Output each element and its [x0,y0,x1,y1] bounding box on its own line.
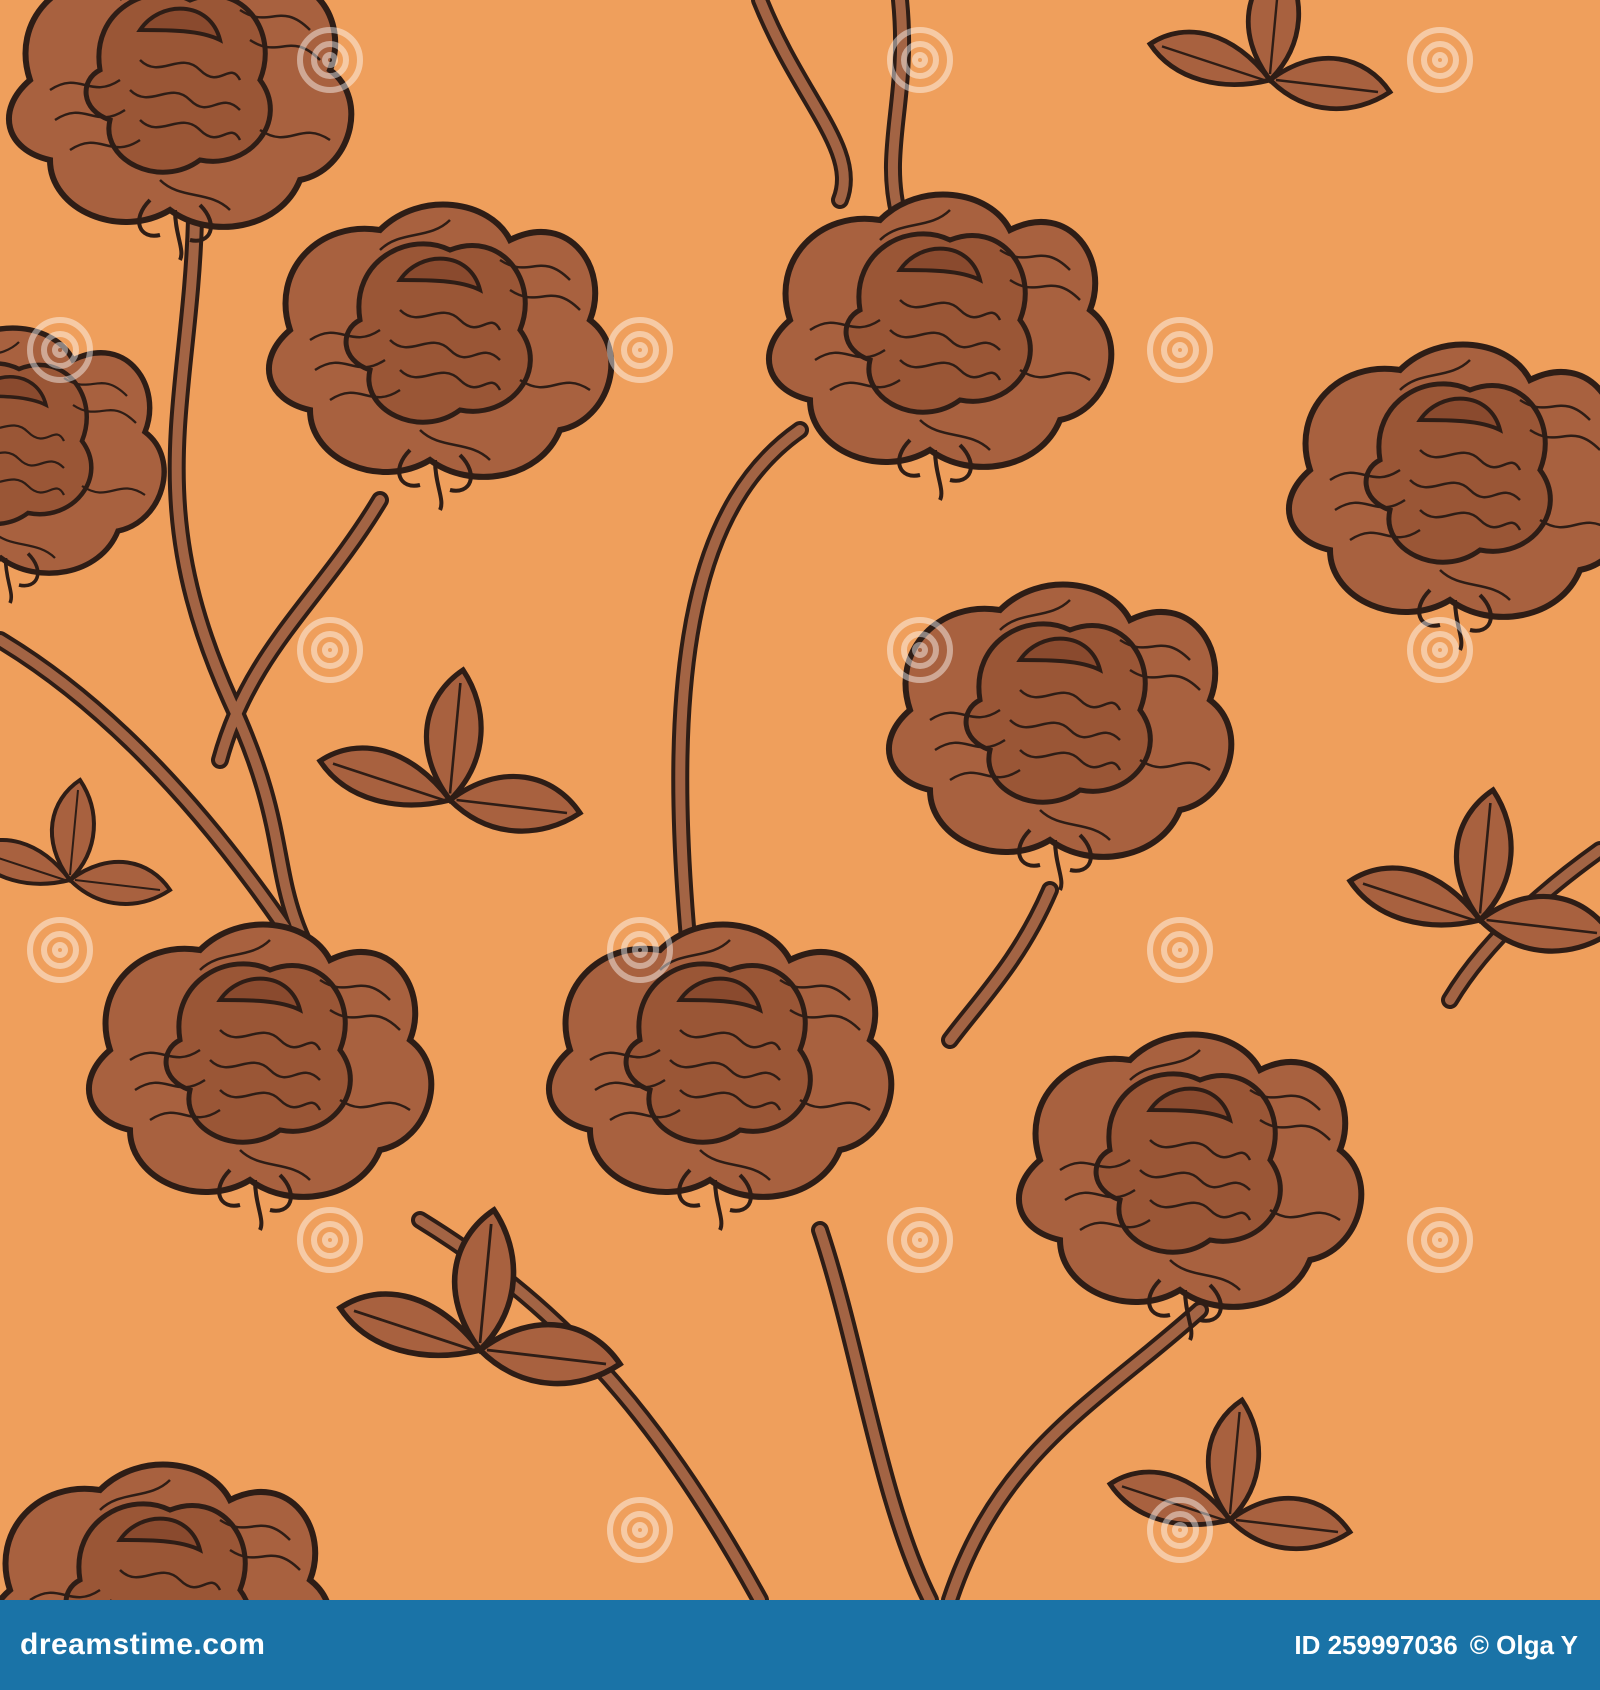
site-name[interactable]: dreamstime.com [20,1628,265,1662]
author-credit: © Olga Y [1469,1629,1578,1660]
image-id: ID 259997036 [1294,1629,1458,1660]
stock-footer-bar: dreamstime.com ID 259997036 © Olga Y [0,1600,1600,1690]
rose-pattern-illustration [0,0,1600,1600]
image-meta: ID 259997036 © Olga Y [1294,1630,1578,1661]
stock-image: dreamstime.com ID 259997036 © Olga Y [0,0,1600,1690]
